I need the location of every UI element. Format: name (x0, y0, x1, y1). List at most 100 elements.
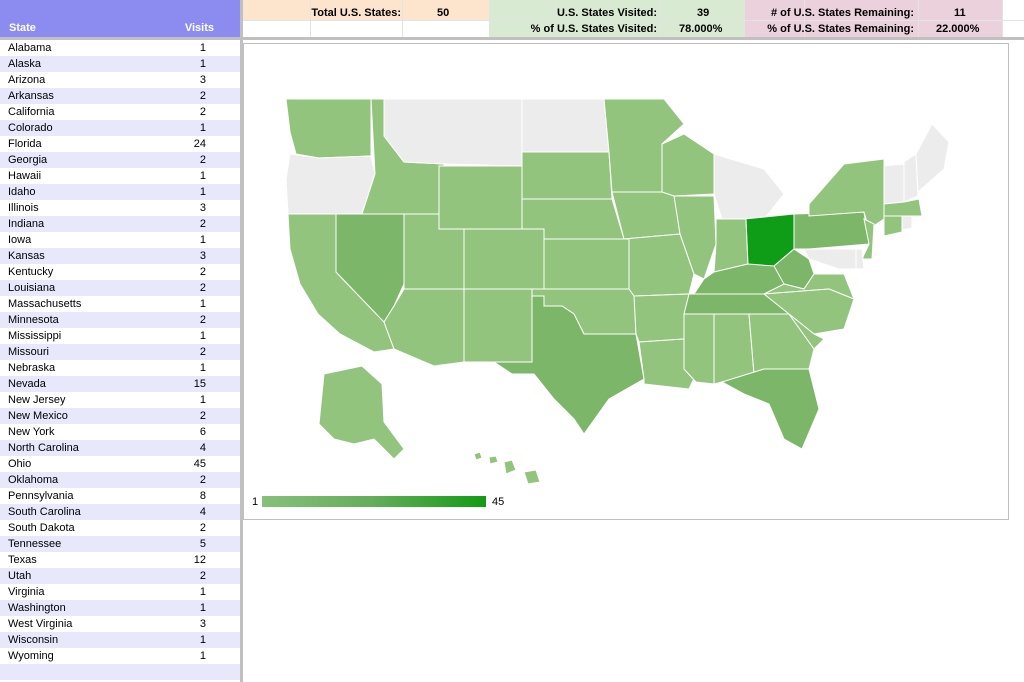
table-row[interactable]: Massachusetts 1 (0, 296, 240, 312)
visits-cell[interactable]: 1 (200, 602, 206, 614)
visits-cell[interactable]: 2 (200, 282, 206, 294)
table-row[interactable] (0, 664, 240, 680)
state-cell[interactable]: Hawaii (8, 170, 41, 182)
visits-cell[interactable]: 1 (200, 186, 206, 198)
state-connecticut[interactable] (883, 215, 903, 237)
state-cell[interactable]: Kentucky (8, 266, 53, 278)
state-michigan[interactable] (713, 153, 785, 220)
state-vermont[interactable] (883, 163, 905, 205)
state-north-dakota[interactable] (521, 98, 610, 153)
table-row[interactable]: Minnesota 2 (0, 312, 240, 328)
visits-cell[interactable]: 1 (200, 234, 206, 246)
state-wyoming[interactable] (438, 165, 523, 230)
visits-cell[interactable]: 3 (200, 618, 206, 630)
state-cell[interactable]: Virginia (8, 586, 45, 598)
visits-cell[interactable]: 1 (200, 634, 206, 646)
table-row[interactable]: Georgia 2 (0, 152, 240, 168)
state-wisconsin[interactable] (661, 133, 715, 197)
table-row[interactable]: West Virginia 3 (0, 616, 240, 632)
state-cell[interactable]: Ohio (8, 458, 31, 470)
state-cell[interactable]: Oklahoma (8, 474, 58, 486)
visits-cell[interactable]: 2 (200, 314, 206, 326)
table-row[interactable]: Arizona 3 (0, 72, 240, 88)
state-cell[interactable]: New York (8, 426, 54, 438)
visits-cell[interactable]: 1 (200, 586, 206, 598)
state-cell[interactable]: Wisconsin (8, 634, 58, 646)
visits-cell[interactable]: 5 (200, 538, 206, 550)
state-delaware[interactable] (855, 248, 865, 270)
table-row[interactable]: Washington 1 (0, 600, 240, 616)
geo-chart[interactable]: 1 45 (243, 43, 1009, 520)
state-cell[interactable]: Arkansas (8, 90, 54, 102)
table-row[interactable]: Utah 2 (0, 568, 240, 584)
table-row[interactable]: Alabama 1 (0, 40, 240, 56)
table-row[interactable]: Florida 24 (0, 136, 240, 152)
state-arkansas[interactable] (633, 293, 690, 343)
visits-cell[interactable]: 12 (194, 554, 206, 566)
visits-cell[interactable]: 2 (200, 570, 206, 582)
visits-cell[interactable]: 2 (200, 522, 206, 534)
state-cell[interactable]: Florida (8, 138, 42, 150)
table-row[interactable]: Wisconsin 1 (0, 632, 240, 648)
state-cell[interactable]: Missouri (8, 346, 49, 358)
state-maine[interactable] (915, 123, 950, 194)
visited-summary[interactable]: U.S. States Visited: 39 % of U.S. States… (489, 0, 744, 37)
state-cell[interactable]: Arizona (8, 74, 45, 86)
column-header-state[interactable]: State (9, 22, 36, 34)
state-cell[interactable]: Texas (8, 554, 37, 566)
state-kansas[interactable] (543, 238, 630, 290)
visits-cell[interactable]: 3 (200, 74, 206, 86)
visits-cell[interactable]: 2 (200, 410, 206, 422)
table-row[interactable]: Arkansas 2 (0, 88, 240, 104)
state-iowa[interactable] (611, 191, 681, 240)
state-florida[interactable] (720, 368, 820, 450)
state-indiana[interactable] (713, 218, 749, 273)
state-cell[interactable]: Utah (8, 570, 31, 582)
visits-cell[interactable]: 2 (200, 218, 206, 230)
visits-cell[interactable]: 1 (200, 330, 206, 342)
visits-cell[interactable]: 1 (200, 650, 206, 662)
table-row[interactable]: Illinois 3 (0, 200, 240, 216)
visits-cell[interactable]: 24 (194, 138, 206, 150)
visits-cell[interactable]: 2 (200, 266, 206, 278)
column-header-visits[interactable]: Visits (185, 22, 214, 34)
state-cell[interactable]: South Carolina (8, 506, 81, 518)
state-hawaii-2[interactable] (488, 455, 499, 465)
visits-cell[interactable]: 1 (200, 394, 206, 406)
visits-cell[interactable]: 2 (200, 154, 206, 166)
state-hawaii-4[interactable] (523, 469, 541, 485)
table-row[interactable]: Oklahoma 2 (0, 472, 240, 488)
table-row[interactable]: North Carolina 4 (0, 440, 240, 456)
state-cell[interactable]: Georgia (8, 154, 47, 166)
visits-cell[interactable]: 3 (200, 250, 206, 262)
visits-cell[interactable]: 45 (194, 458, 206, 470)
visits-cell[interactable]: 2 (200, 106, 206, 118)
state-cell[interactable]: Colorado (8, 122, 53, 134)
table-row[interactable]: Nebraska 1 (0, 360, 240, 376)
state-rhode-island[interactable] (901, 215, 913, 231)
state-cell[interactable]: Wyoming (8, 650, 54, 662)
state-new-mexico[interactable] (463, 288, 533, 363)
table-row[interactable]: Nevada 15 (0, 376, 240, 392)
state-oregon[interactable] (285, 153, 376, 215)
state-cell[interactable]: Massachusetts (8, 298, 81, 310)
state-south-dakota[interactable] (521, 151, 613, 200)
table-row[interactable]: Missouri 2 (0, 344, 240, 360)
visits-cell[interactable]: 15 (194, 378, 206, 390)
state-pennsylvania[interactable] (793, 211, 870, 250)
table-row[interactable]: New Mexico 2 (0, 408, 240, 424)
table-row[interactable]: Wyoming 1 (0, 648, 240, 664)
visits-cell[interactable]: 6 (200, 426, 206, 438)
visits-cell[interactable]: 4 (200, 442, 206, 454)
visits-cell[interactable]: 2 (200, 474, 206, 486)
state-cell[interactable]: Nebraska (8, 362, 55, 374)
state-cell[interactable]: Alaska (8, 58, 41, 70)
visits-cell[interactable]: 4 (200, 506, 206, 518)
state-mississippi[interactable] (683, 313, 715, 385)
visits-cell[interactable]: 1 (200, 298, 206, 310)
state-cell[interactable]: West Virginia (8, 618, 72, 630)
state-montana[interactable] (383, 98, 523, 167)
visits-cell[interactable]: 1 (200, 170, 206, 182)
table-row[interactable]: Kentucky 2 (0, 264, 240, 280)
state-cell[interactable]: Illinois (8, 202, 39, 214)
